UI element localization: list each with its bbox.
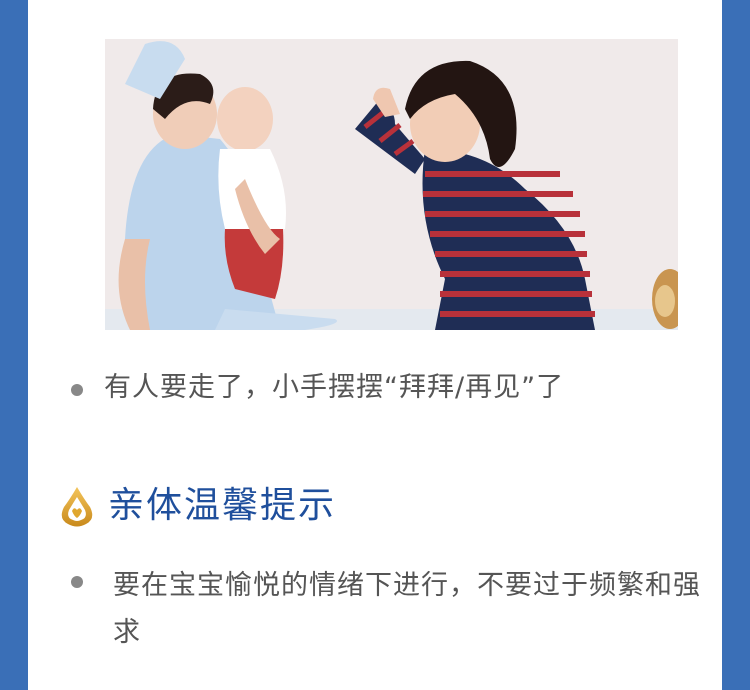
heart-drop-icon (60, 485, 94, 527)
step-text: 有人要走了，小手摆摆“拜拜/再见”了 (104, 372, 565, 403)
bullet-dot (71, 384, 83, 396)
bullet-dot (71, 576, 83, 588)
tips-title: 亲体温馨提示 (108, 485, 337, 526)
tip-text: 要在宝宝愉悦的情绪下进行，不要过于频繁和强求 (113, 570, 701, 648)
illustration-photo (105, 39, 678, 330)
content-panel: 有人要走了，小手摆摆“拜拜/再见”了 亲体温馨提示 要在宝宝愉悦的情绪下进行，不… (28, 0, 722, 690)
